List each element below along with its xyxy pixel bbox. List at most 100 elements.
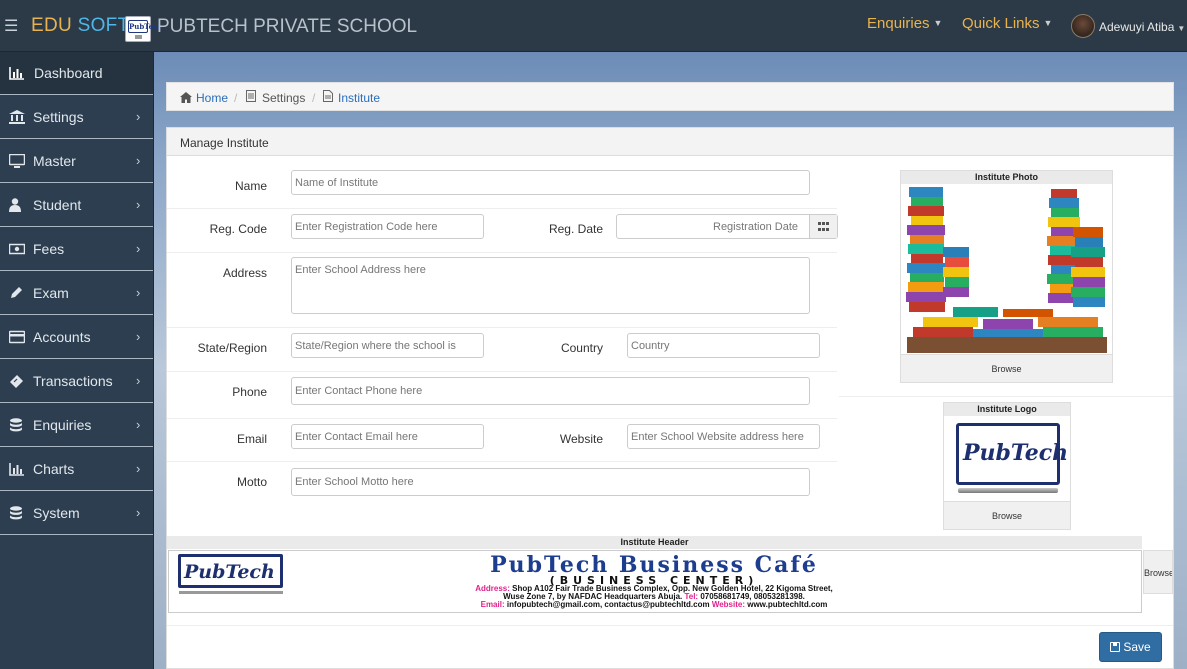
regcode-input[interactable] xyxy=(291,214,484,239)
sidebar-item-fees[interactable]: Fees › xyxy=(0,228,153,271)
database-icon xyxy=(10,418,22,432)
username: Adewuyi Atiba xyxy=(1099,20,1175,34)
motto-input[interactable] xyxy=(291,468,810,496)
caret-down-icon: ▼ xyxy=(1043,18,1053,28)
user-menu[interactable]: Adewuyi Atiba ▼ xyxy=(1099,20,1185,34)
logo-text: PubTech xyxy=(128,20,163,33)
bar-chart-icon xyxy=(9,463,24,476)
file-icon xyxy=(323,90,333,102)
caret-down-icon: ▼ xyxy=(933,18,943,28)
home-icon xyxy=(180,92,192,103)
breadcrumb-separator: / xyxy=(234,91,238,105)
chevron-right-icon: › xyxy=(136,197,141,212)
breadcrumb-institute: Institute xyxy=(338,91,381,105)
enquiries-dropdown[interactable]: Enquiries ▼ xyxy=(867,15,942,32)
banner-logo-stand xyxy=(179,591,283,594)
sidebar-item-label: Fees xyxy=(33,241,65,257)
institute-logo-caption: Institute Logo xyxy=(944,403,1070,416)
browse-logo-button[interactable]: Browse xyxy=(944,501,1070,529)
sidebar-item-settings[interactable]: Settings › xyxy=(0,96,153,139)
book-stack-photo xyxy=(903,187,1111,355)
date-picker-button[interactable] xyxy=(809,215,837,238)
desktop-icon xyxy=(9,154,25,168)
database-icon xyxy=(10,506,22,520)
row-divider xyxy=(167,252,837,253)
sidebar-item-label: Exam xyxy=(33,285,69,301)
sidebar-item-student[interactable]: Student › xyxy=(0,184,153,227)
row-divider xyxy=(167,625,1173,626)
menu-toggle-icon[interactable]: ☰ xyxy=(4,16,18,36)
sidebar-item-label: System xyxy=(33,505,80,521)
avatar[interactable] xyxy=(1071,14,1095,38)
sidebar-item-transactions[interactable]: Transactions › xyxy=(0,360,153,403)
banner-website-label: Website: xyxy=(711,600,746,609)
name-input[interactable] xyxy=(291,170,810,195)
regdate-input[interactable] xyxy=(617,215,809,238)
logo-text: PubTech xyxy=(963,440,1069,466)
browse-photo-button[interactable]: Browse xyxy=(901,354,1112,382)
floppy-icon xyxy=(1110,642,1121,652)
chevron-right-icon: › xyxy=(136,417,141,432)
breadcrumb-settings[interactable]: Settings xyxy=(262,91,305,105)
phone-input[interactable] xyxy=(291,377,810,405)
sidebar-item-label: Charts xyxy=(33,461,75,477)
sidebar-item-charts[interactable]: Charts › xyxy=(0,448,153,491)
grid-icon xyxy=(818,222,829,231)
sidebar-item-label: Transactions xyxy=(33,373,113,389)
banner-logo: PubTech xyxy=(178,554,283,588)
save-button[interactable]: Save xyxy=(1099,632,1162,662)
address-input[interactable] xyxy=(291,257,810,314)
ticket-icon xyxy=(10,375,23,388)
banner-email-label: Email: xyxy=(480,600,505,609)
quick-links-dropdown[interactable]: Quick Links ▼ xyxy=(962,15,1052,32)
website-input[interactable] xyxy=(627,424,820,449)
brand[interactable]: EDU SOFT xyxy=(31,15,129,37)
sidebar-item-label: Student xyxy=(33,197,82,213)
row-divider xyxy=(167,418,837,419)
file-icon xyxy=(246,90,256,102)
regdate-label: Reg. Date xyxy=(548,222,603,236)
top-navbar: ☰ EDU SOFT PubTech PUBTECH PRIVATE SCHOO… xyxy=(0,0,1187,52)
breadcrumb-home[interactable]: Home xyxy=(196,91,228,105)
row-divider xyxy=(839,396,1173,397)
banner-contact-line: Email: infopubtech@gmail.com, contactus@… xyxy=(269,600,1039,609)
institute-photo-box: Institute Photo Browse xyxy=(900,170,1113,383)
quick-links-label: Quick Links xyxy=(962,15,1040,32)
manage-institute-panel: Manage Institute Name Reg. Code Reg. Dat… xyxy=(166,127,1174,669)
phone-label: Phone xyxy=(232,385,267,399)
browse-header-button[interactable]: Browse xyxy=(1143,550,1173,594)
sidebar-item-exam[interactable]: Exam › xyxy=(0,272,153,315)
panel-header: Manage Institute xyxy=(167,128,1173,156)
email-input[interactable] xyxy=(291,424,484,449)
sidebar-item-label: Dashboard xyxy=(34,65,103,81)
browse-header-label: Browse xyxy=(1144,568,1173,578)
chevron-right-icon: › xyxy=(136,241,141,256)
sidebar-item-system[interactable]: System › xyxy=(0,492,153,535)
sidebar-item-label: Enquiries xyxy=(33,417,92,433)
country-input[interactable] xyxy=(627,333,820,358)
chevron-right-icon: › xyxy=(136,329,141,344)
country-label: Country xyxy=(560,341,603,355)
chevron-right-icon: › xyxy=(136,461,141,476)
institute-logo-box: Institute Logo PubTech Browse xyxy=(943,402,1071,530)
sidebar-item-master[interactable]: Master › xyxy=(0,140,153,183)
state-input[interactable] xyxy=(291,333,484,358)
sidebar-item-dashboard[interactable]: Dashboard xyxy=(0,52,153,95)
sidebar-item-label: Settings xyxy=(33,109,84,125)
institute-header-banner: PubTech PubTech Business Café (BUSINESS … xyxy=(168,550,1142,613)
state-label: State/Region xyxy=(197,341,267,355)
website-label: Website xyxy=(559,432,603,446)
chevron-right-icon: › xyxy=(136,153,141,168)
institute-photo-caption: Institute Photo xyxy=(901,171,1112,184)
brand-edu: EDU xyxy=(31,15,73,36)
school-name: PUBTECH PRIVATE SCHOOL xyxy=(157,16,418,37)
banner-logo-text: PubTech xyxy=(184,561,275,583)
row-divider xyxy=(167,327,837,328)
panel-title: Manage Institute xyxy=(180,136,269,150)
sidebar-item-enquiries[interactable]: Enquiries › xyxy=(0,404,153,447)
bar-chart-icon xyxy=(9,67,24,80)
banner-website: www.pubtechltd.com xyxy=(745,600,828,609)
brand-soft: SOFT xyxy=(77,15,130,36)
chevron-right-icon: › xyxy=(136,109,141,124)
sidebar-item-accounts[interactable]: Accounts › xyxy=(0,316,153,359)
